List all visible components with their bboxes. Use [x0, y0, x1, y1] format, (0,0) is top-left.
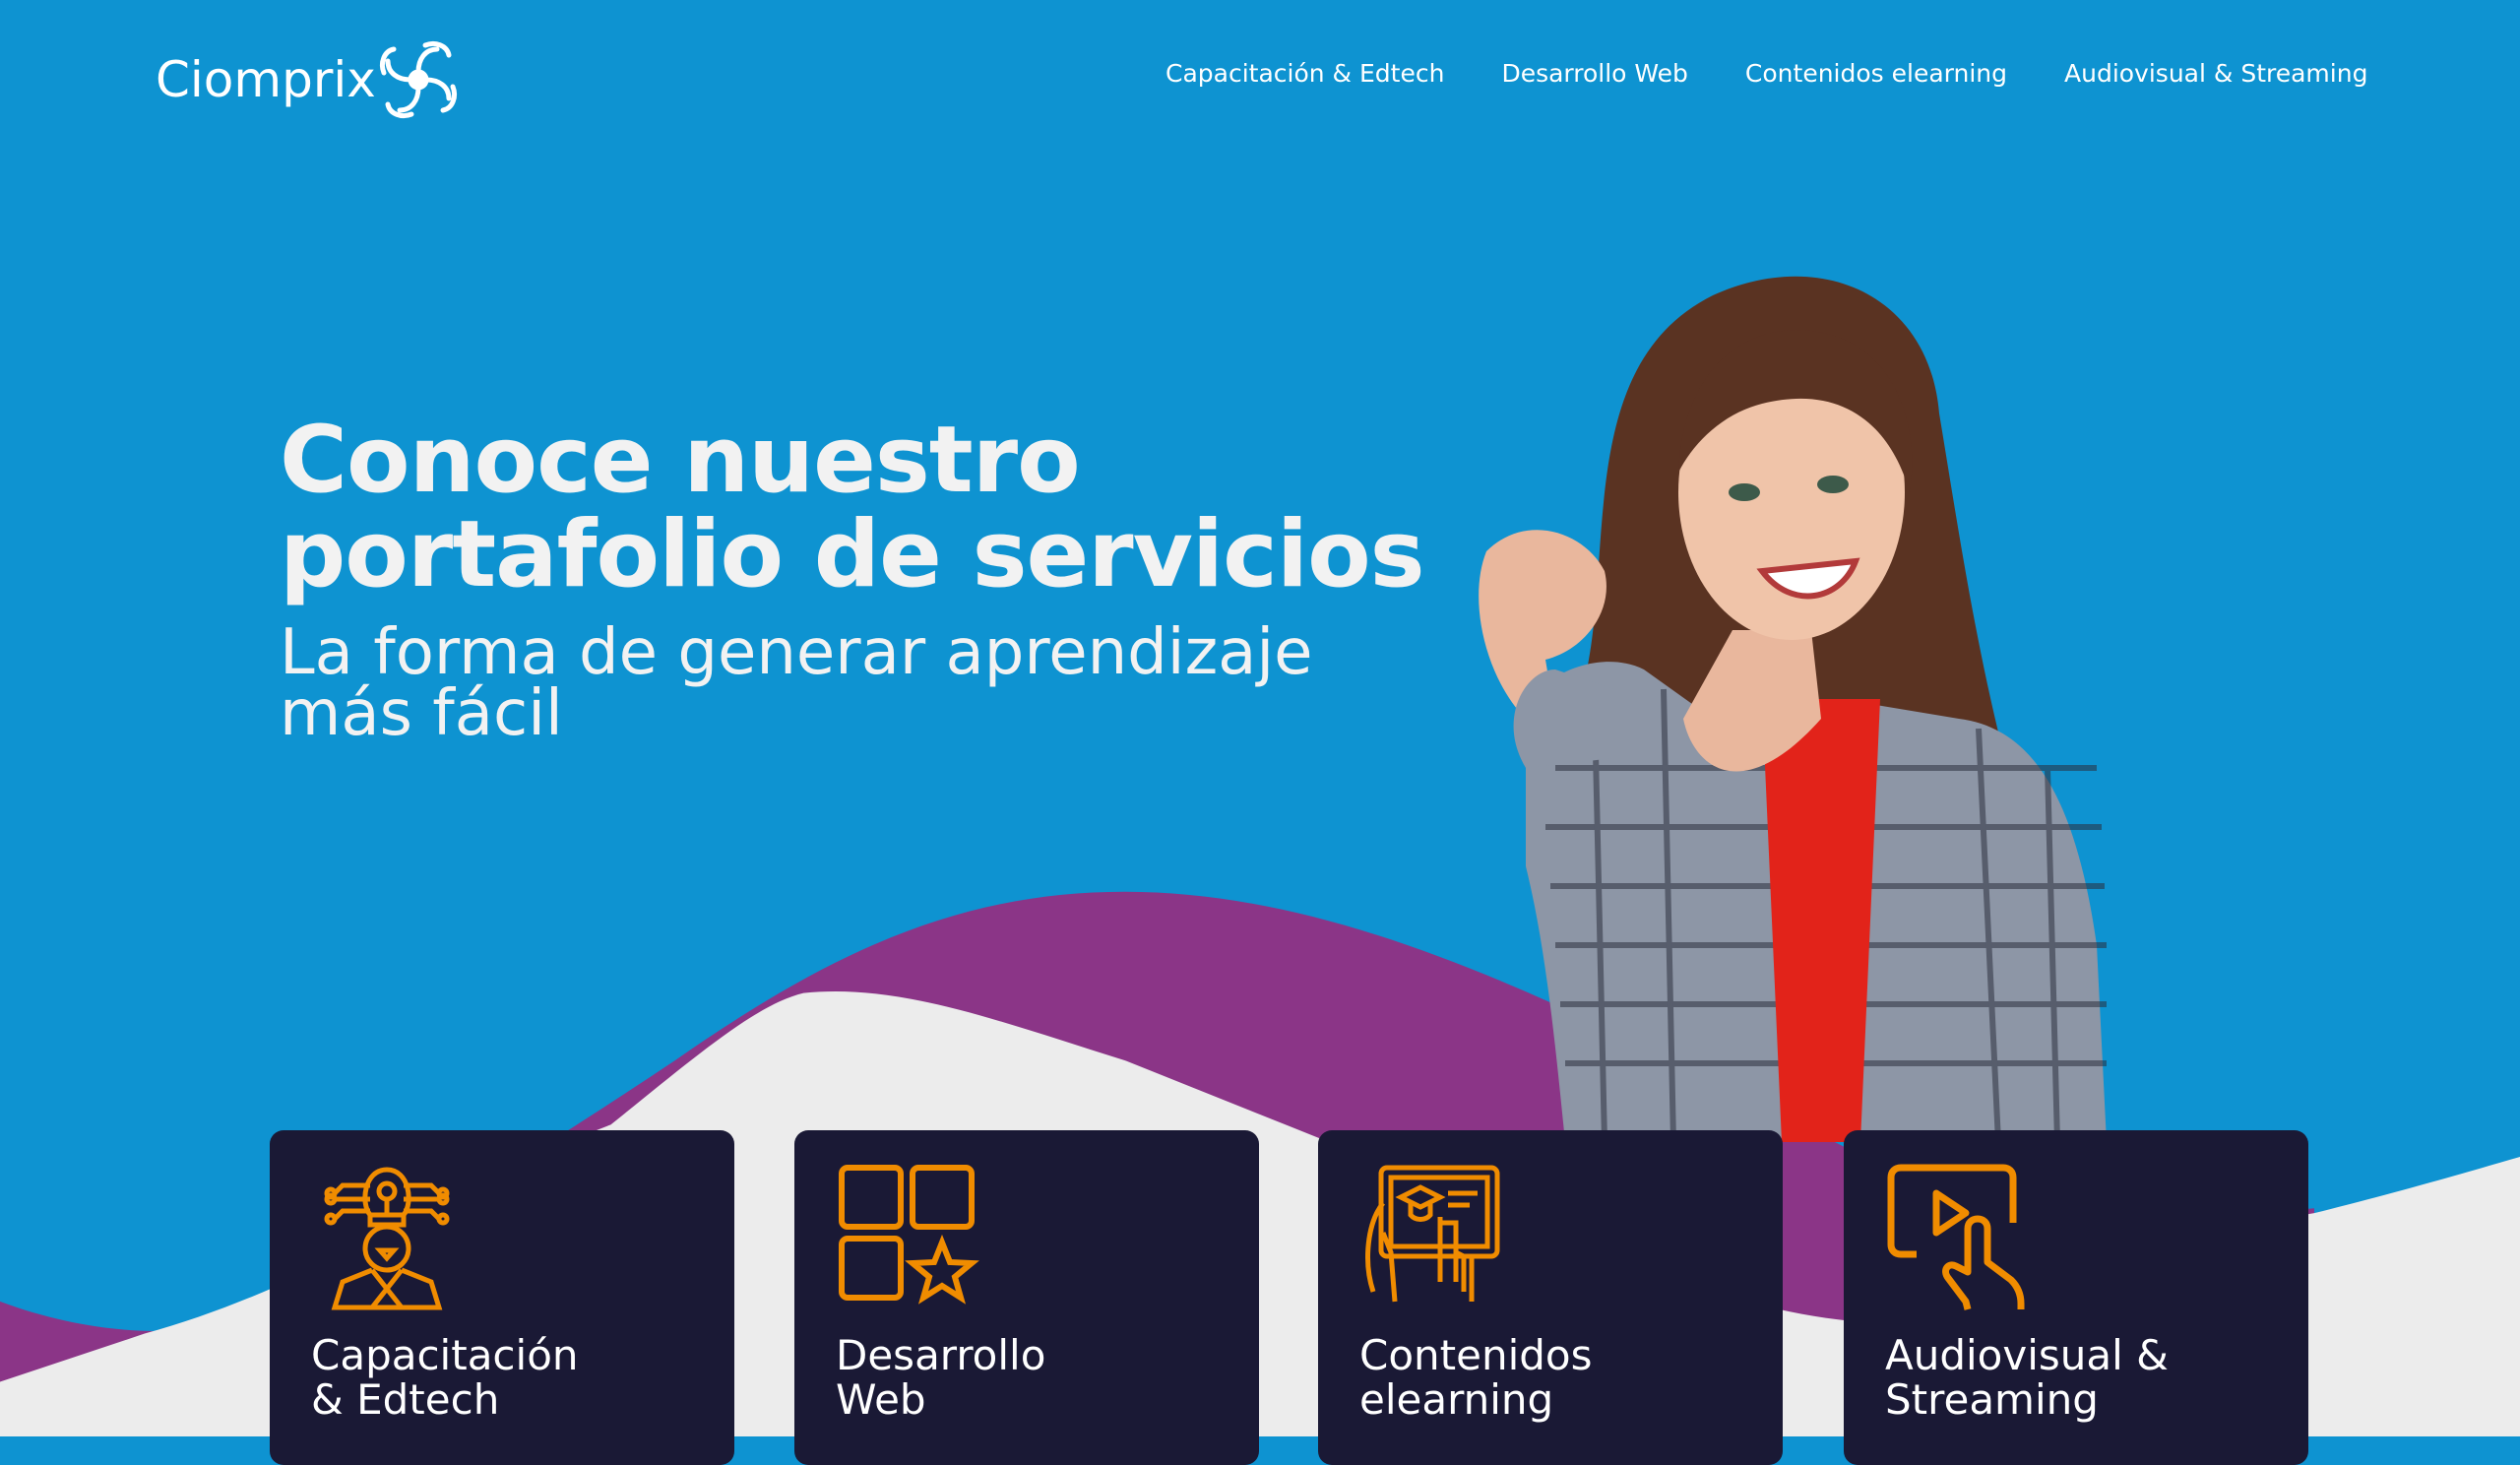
logo-swirl-icon: [379, 40, 457, 119]
card-title: Contenidos elearning: [1359, 1333, 1592, 1422]
nav-audiovisual[interactable]: Audiovisual & Streaming: [2064, 59, 2367, 88]
card-title: Audiovisual & Streaming: [1885, 1333, 2169, 1422]
card-title-line1: Audiovisual &: [1885, 1331, 2169, 1379]
card-title-line1: Desarrollo: [836, 1331, 1046, 1379]
service-card-capacitacion[interactable]: Capacitación & Edtech: [270, 1130, 734, 1465]
hero-title-line2: portafolio de servicios: [280, 501, 1425, 608]
hero-subtitle-line1: La forma de generar aprendizaje: [280, 616, 1313, 689]
card-title: Desarrollo Web: [836, 1333, 1045, 1422]
card-title-line2: Web: [836, 1375, 926, 1424]
card-title-line2: & Edtech: [311, 1375, 500, 1424]
service-card-desarrollo-web[interactable]: Desarrollo Web: [794, 1130, 1259, 1465]
brand-logo[interactable]: Ciomprix: [156, 39, 461, 120]
nav-capacitacion[interactable]: Capacitación & Edtech: [1166, 59, 1444, 88]
card-title-line2: Streaming: [1885, 1375, 2099, 1424]
ai-person-icon: [324, 1167, 450, 1310]
card-title: Capacitación & Edtech: [311, 1333, 579, 1422]
hero-title-line1: Conoce nuestro: [280, 407, 1081, 514]
hero-subtitle: La forma de generar aprendizaje más fáci…: [280, 616, 1412, 750]
tablet-graduation-icon: [1365, 1165, 1500, 1303]
service-card-contenidos-elearning[interactable]: Contenidos elearning: [1318, 1130, 1783, 1465]
hero-person-image: [1479, 276, 2107, 1142]
nav-desarrollo-web[interactable]: Desarrollo Web: [1501, 59, 1687, 88]
nav-contenidos-elearning[interactable]: Contenidos elearning: [1745, 59, 2007, 88]
app-grid-star-icon: [839, 1165, 979, 1305]
card-title-line1: Contenidos: [1359, 1331, 1593, 1379]
card-title-line1: Capacitación: [311, 1331, 579, 1379]
service-card-audiovisual[interactable]: Audiovisual & Streaming: [1844, 1130, 2308, 1465]
brand-name: Ciomprix: [156, 51, 376, 108]
hero-title: Conoce nuestro portafolio de servicios: [280, 407, 1425, 608]
main-nav: Capacitación & Edtech Desarrollo Web Con…: [1166, 59, 2367, 88]
hero-subtitle-line2: más fácil: [280, 677, 563, 750]
card-title-line2: elearning: [1359, 1375, 1554, 1424]
play-touch-icon: [1887, 1164, 2025, 1310]
